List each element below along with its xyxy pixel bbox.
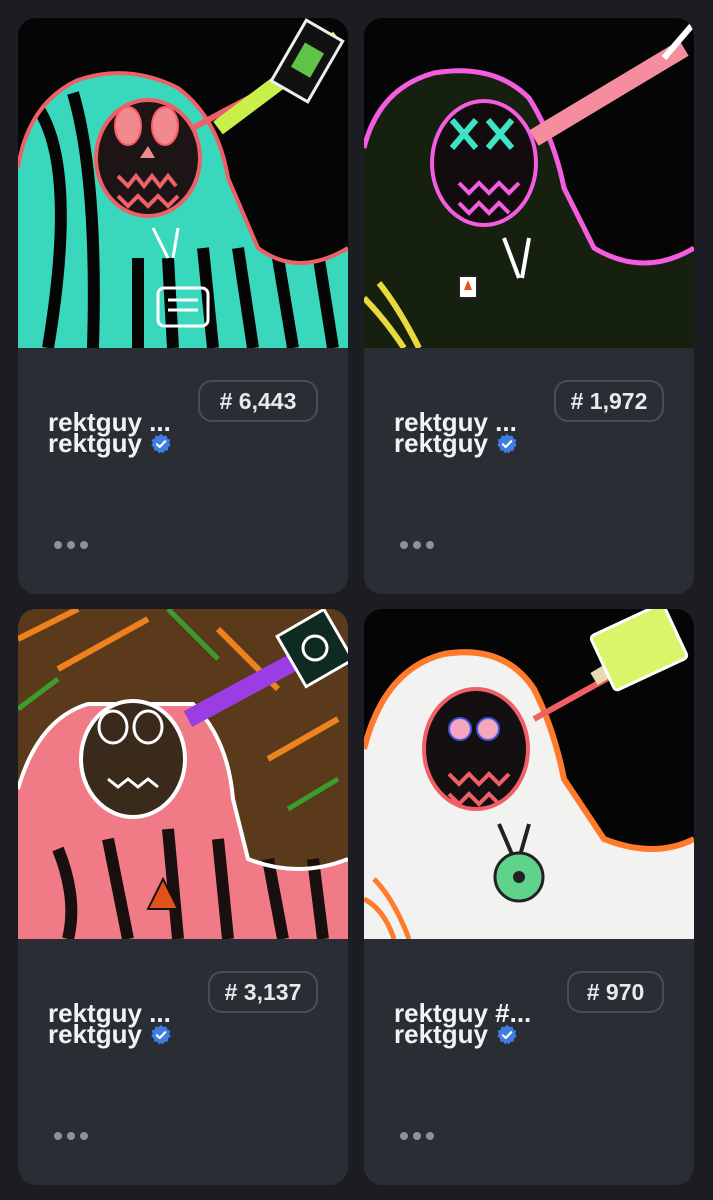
collection-link[interactable]: rektguy	[394, 1019, 518, 1050]
verified-badge-icon	[151, 1024, 171, 1044]
collection-link[interactable]: rektguy	[48, 428, 172, 459]
more-options-icon[interactable]	[400, 1127, 434, 1145]
collection-name: rektguy	[48, 1019, 142, 1049]
token-number-badge: # 6,443	[198, 380, 318, 422]
more-options-icon[interactable]	[400, 536, 434, 554]
nft-image[interactable]	[364, 609, 694, 939]
collection-link[interactable]: rektguy	[394, 428, 518, 459]
nft-image[interactable]	[364, 18, 694, 348]
token-number-badge: # 3,137	[208, 971, 318, 1013]
collection-link[interactable]: rektguy	[48, 1019, 172, 1050]
verified-badge-icon	[497, 433, 517, 453]
token-number-badge: # 1,972	[554, 380, 664, 422]
verified-badge-icon	[151, 433, 171, 453]
token-number-badge: # 970	[567, 971, 664, 1013]
collection-name: rektguy	[394, 1019, 488, 1049]
nft-image[interactable]	[18, 609, 348, 939]
nft-image[interactable]	[18, 18, 348, 348]
nft-card[interactable]: rektguy ... # 1,972 rektguy	[364, 18, 694, 594]
more-options-icon[interactable]	[54, 1127, 88, 1145]
verified-badge-icon	[497, 1024, 517, 1044]
nft-card[interactable]: rektguy ... # 6,443 rektguy	[18, 18, 348, 594]
collection-name: rektguy	[48, 428, 142, 458]
nft-card[interactable]: rektguy ... # 3,137 rektguy	[18, 609, 348, 1185]
nft-card[interactable]: rektguy #... # 970 rektguy	[364, 609, 694, 1185]
more-options-icon[interactable]	[54, 536, 88, 554]
collection-name: rektguy	[394, 428, 488, 458]
